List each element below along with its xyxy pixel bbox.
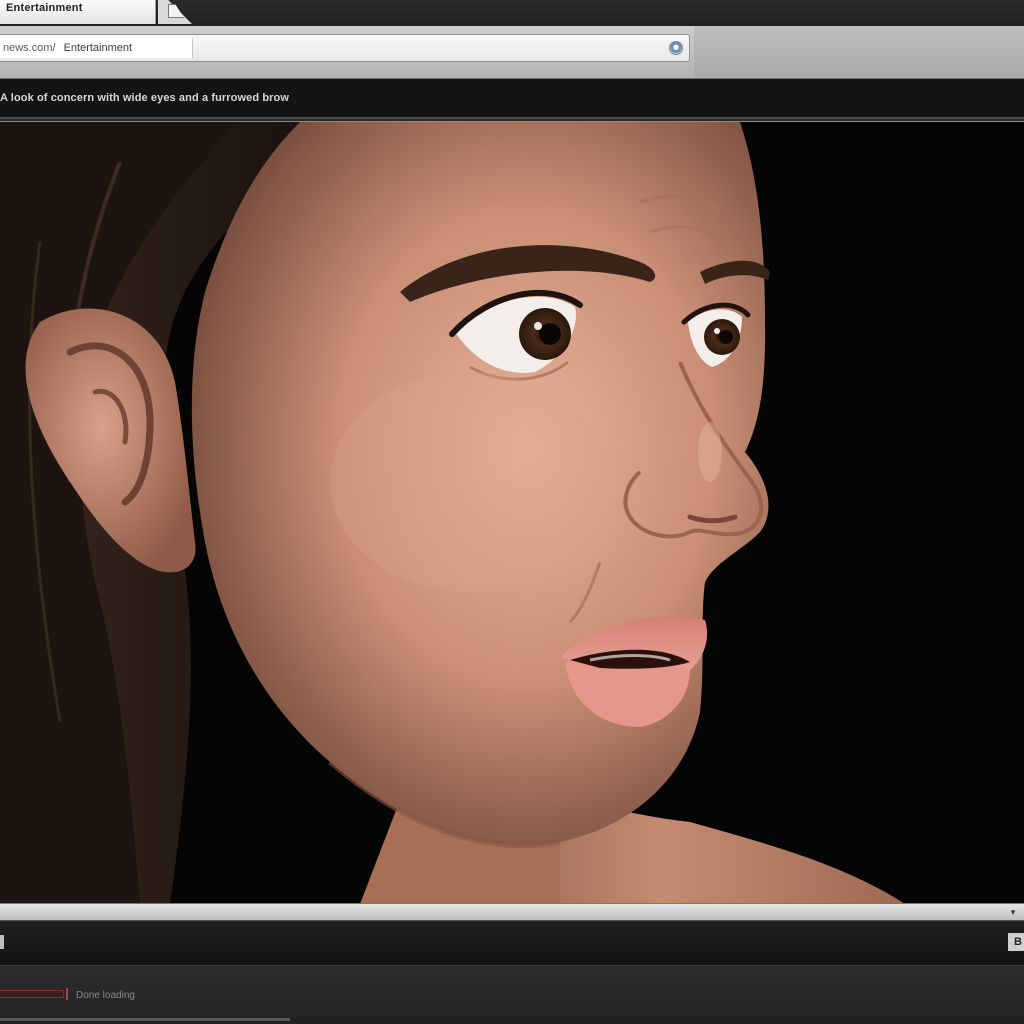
status-bar: Done loading [0,966,1024,1024]
tab-title: Entertainment [6,2,83,14]
tab-active[interactable]: Entertainment [0,0,156,24]
image-caption: A look of concern with wide eyes and a f… [0,92,290,104]
address-site: Entertainment [63,42,133,54]
address-text: news.com/Entertainment [0,38,193,58]
status-underline [0,1018,290,1021]
loading-progress [0,990,64,998]
navigation-toolbar: news.com/Entertainment [0,26,1024,79]
new-tab-icon [168,4,184,18]
caption-bar: A look of concern with wide eyes and a f… [0,79,1024,119]
refresh-icon[interactable] [669,41,683,55]
address-prefix: news.com/ [3,42,56,54]
browser-window: Entertainment news.com/Entertainment A l… [0,0,1024,1024]
tab-strip: Entertainment [0,0,1024,26]
address-bar[interactable]: news.com/Entertainment [0,34,690,62]
portrait-illustration [0,122,1024,904]
player-control-bar: B [0,921,1024,966]
toolbar-extension-area [694,26,1024,78]
horizontal-scrollbar[interactable]: ▾ [0,903,1024,921]
status-text: Done loading [76,990,135,1001]
main-photo [0,121,1024,904]
control-left-handle[interactable] [0,935,4,949]
control-right-button[interactable]: B [1008,933,1024,951]
status-divider [66,988,68,1000]
scroll-arrow-icon[interactable]: ▾ [1006,907,1020,917]
